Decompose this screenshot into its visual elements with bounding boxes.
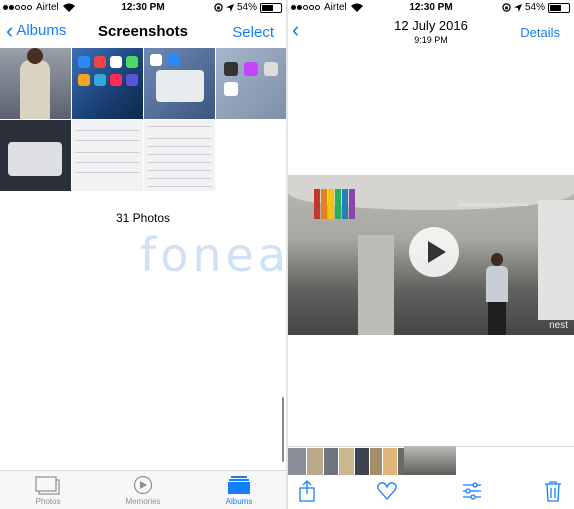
grid-empty-cell (216, 120, 286, 191)
strip-thumbnail[interactable] (383, 448, 397, 475)
photo-thumbnail[interactable] (144, 120, 215, 191)
play-button[interactable] (409, 227, 459, 277)
watermark: fonearena (140, 228, 286, 282)
status-bar: Airtel 12:30 PM 54% (0, 0, 286, 14)
scroll-indicator[interactable] (282, 397, 284, 462)
strip-thumbnail[interactable] (324, 448, 338, 475)
status-bar: Airtel 12:30 PM 54% (288, 0, 574, 14)
strip-thumbnail[interactable] (339, 448, 354, 475)
photo-thumbnail[interactable] (144, 48, 215, 119)
nav-bar: ‹ Albums Screenshots Select (0, 16, 286, 48)
location-icon (513, 3, 522, 12)
video-viewer-screen: Airtel 12:30 PM 54% ‹ 12 July 2016 9:19 … (288, 0, 574, 509)
albums-screenshots-screen: Airtel 12:30 PM 54% ‹ Albums Screenshots… (0, 0, 286, 509)
battery-icon (548, 2, 570, 13)
location-icon (225, 3, 234, 12)
trash-icon[interactable] (542, 480, 564, 502)
heart-icon[interactable] (376, 480, 398, 502)
play-icon (428, 241, 446, 263)
details-button[interactable]: Details (520, 25, 560, 40)
battery-icon (260, 2, 282, 13)
photo-thumbnail[interactable] (216, 48, 286, 119)
video-preview[interactable]: nest (288, 175, 574, 335)
strip-thumbnail-current[interactable] (404, 446, 456, 475)
share-icon[interactable] (296, 480, 318, 502)
adjust-icon[interactable] (461, 480, 483, 502)
battery-percent: 54% (236, 2, 257, 13)
albums-icon (225, 475, 253, 495)
photo-thumbnail[interactable] (0, 120, 71, 191)
photo-thumbnail[interactable] (0, 48, 71, 119)
photo-thumbnail[interactable] (72, 120, 143, 191)
thumbnail-strip[interactable] (288, 446, 574, 475)
strip-thumbnail[interactable] (355, 448, 369, 475)
tab-albums[interactable]: Albums (209, 471, 269, 509)
photo-count: 31 Photos (115, 211, 171, 225)
tab-label: Albums (225, 497, 253, 506)
tab-label: Memories (125, 497, 161, 506)
photo-grid (0, 48, 286, 191)
select-button[interactable]: Select (232, 24, 274, 41)
nest-watermark: nest (549, 320, 568, 331)
tab-memories[interactable]: Memories (113, 471, 173, 509)
strip-thumbnail[interactable] (288, 448, 306, 475)
tab-bar: Photos Memories Albums (0, 470, 286, 509)
nav-bar: ‹ 12 July 2016 9:19 PM Details (288, 14, 574, 48)
rotation-lock-icon (502, 3, 511, 12)
strip-thumbnail[interactable] (370, 448, 382, 475)
photos-icon (34, 475, 62, 495)
photo-thumbnail[interactable] (72, 48, 143, 119)
tab-photos[interactable]: Photos (18, 471, 78, 509)
tab-label: Photos (35, 497, 61, 506)
strip-thumbnail[interactable] (307, 448, 323, 475)
bottom-toolbar (288, 474, 574, 509)
rotation-lock-icon (214, 3, 223, 12)
battery-percent: 54% (524, 2, 545, 13)
memories-icon (129, 475, 157, 495)
